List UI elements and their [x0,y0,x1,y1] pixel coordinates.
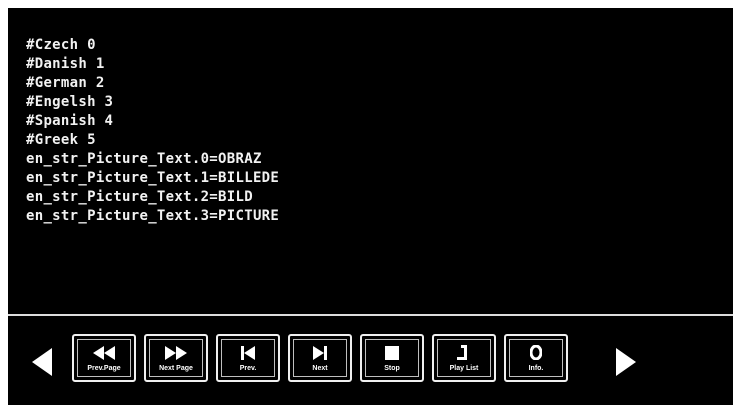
text-line: en_str_Picture_Text.2=BILD [26,189,253,205]
next-label: Next [312,364,328,372]
text-line: #Engelsh 3 [26,94,114,110]
left-arrow-icon[interactable] [32,348,52,376]
stop-button[interactable]: Stop [360,334,424,382]
info-icon [530,344,542,362]
info-label: Info. [528,364,544,372]
prev-label: Prev. [239,364,257,372]
prev-button[interactable]: Prev. [216,334,280,382]
prev-page-button[interactable]: Prev.Page [72,334,136,382]
rewind-icon [93,344,115,362]
skip-forward-icon [313,344,327,362]
control-bar: Prev.Page Next Page Prev. Next Stop Play… [72,334,568,382]
text-line: en_str_Picture_Text.0=OBRAZ [26,151,262,167]
next-button[interactable]: Next [288,334,352,382]
text-line: en_str_Picture_Text.3=PICTURE [26,208,280,224]
text-viewer-screen: #Czech 0 #Danish 1 #German 2 #Engelsh 3 … [8,8,733,405]
skip-back-icon [241,344,255,362]
stop-icon [385,344,399,362]
next-page-button[interactable]: Next Page [144,334,208,382]
text-line: #Danish 1 [26,56,105,72]
control-bar-divider [8,314,733,316]
text-line: #Czech 0 [26,37,96,53]
play-list-label: Play List [449,364,479,372]
text-line: #Spanish 4 [26,113,114,129]
right-arrow-icon[interactable] [616,348,636,376]
stop-label: Stop [384,364,400,372]
fast-forward-icon [165,344,187,362]
next-page-label: Next Page [159,364,193,372]
play-list-button[interactable]: Play List [432,334,496,382]
text-line: #German 2 [26,75,105,91]
info-button[interactable]: Info. [504,334,568,382]
text-line: en_str_Picture_Text.1=BILLEDE [26,170,280,186]
prev-page-label: Prev.Page [87,364,121,372]
text-line: #Greek 5 [26,132,96,148]
playlist-icon [457,344,471,362]
text-content-area: #Czech 0 #Danish 1 #German 2 #Engelsh 3 … [26,36,716,306]
